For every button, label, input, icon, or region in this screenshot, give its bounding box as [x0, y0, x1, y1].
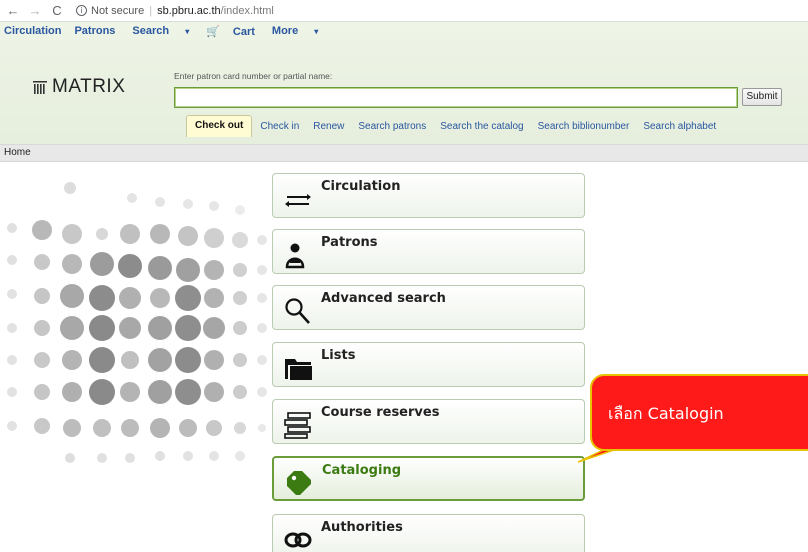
tab-search-catalog[interactable]: Search the catalog	[440, 121, 523, 132]
url-host: sb.pbru.ac.th	[157, 4, 221, 17]
forward-arrow-icon[interactable]: →	[26, 3, 44, 18]
breadcrumb-home[interactable]: Home	[4, 147, 31, 158]
chevron-down-icon: ▾	[314, 27, 319, 36]
security-status: Not secure	[91, 4, 145, 17]
search-tabs: Check out Check in Renew Search patrons …	[186, 115, 730, 137]
decorative-dot-pattern	[7, 182, 267, 463]
nav-search-label: Search	[132, 25, 170, 37]
chain-link-icon	[284, 532, 312, 548]
menu-circulation-label: Circulation	[321, 179, 401, 194]
back-arrow-icon[interactable]: ←	[4, 3, 22, 18]
nav-more[interactable]: More ▾	[268, 25, 318, 37]
reload-icon[interactable]: C	[48, 3, 66, 18]
annotation-callout: เลือก Catalogin	[590, 374, 808, 451]
top-navigation: Circulation Patrons Search ▾ 🛒 Cart More …	[0, 22, 808, 40]
nav-more-label: More	[271, 25, 299, 37]
folder-icon	[285, 359, 312, 380]
tag-icon	[287, 471, 311, 495]
patron-person-icon	[285, 243, 305, 269]
info-icon[interactable]: i	[76, 5, 87, 16]
tab-check-in[interactable]: Check in	[260, 121, 299, 132]
browser-address-bar: ← → C i Not secure | sb.pbru.ac.th/index…	[0, 0, 808, 22]
nav-cart-label: Cart	[232, 25, 255, 38]
menu-authorities-button[interactable]: Authorities	[272, 514, 585, 552]
url-field[interactable]: i Not secure | sb.pbru.ac.th/index.html	[76, 5, 274, 17]
url-divider: |	[149, 4, 153, 17]
patron-search-input[interactable]	[174, 87, 738, 108]
menu-lists-label: Lists	[321, 348, 356, 363]
dot-grid	[7, 182, 267, 463]
menu-course-reserves-button[interactable]: Course reserves	[272, 399, 585, 444]
menu-lists-button[interactable]: Lists	[272, 342, 585, 387]
nav-cart[interactable]: 🛒 Cart	[202, 25, 255, 38]
logo[interactable]: MATRIX	[32, 76, 125, 98]
menu-advanced-search-label: Advanced search	[321, 291, 446, 306]
menu-authorities-label: Authorities	[321, 520, 403, 535]
menu-cataloging-label: Cataloging	[322, 463, 402, 478]
tab-check-out[interactable]: Check out	[186, 115, 253, 137]
menu-circulation-button[interactable]: Circulation	[272, 173, 585, 218]
tab-renew[interactable]: Renew	[313, 121, 344, 132]
cart-icon: 🛒	[206, 25, 220, 38]
menu-patrons-label: Patrons	[321, 235, 378, 250]
menu-advanced-search-button[interactable]: Advanced search	[272, 285, 585, 330]
logo-text: MATRIX	[52, 76, 126, 97]
menu-course-reserves-label: Course reserves	[321, 405, 440, 420]
annotation-callout-text: เลือก Catalogin	[608, 404, 724, 423]
menu-cataloging-button[interactable]: Cataloging	[272, 456, 585, 501]
magnifier-icon	[285, 298, 310, 324]
page: { "browser": { "back": "←", "forward": "…	[0, 0, 808, 552]
nav-patrons[interactable]: Patrons	[74, 25, 115, 37]
tab-search-patrons[interactable]: Search patrons	[358, 121, 426, 132]
book-stack-icon	[284, 412, 311, 439]
breadcrumb: Home	[0, 144, 808, 162]
logo-mark-icon	[33, 81, 47, 94]
nav-search[interactable]: Search ▾	[128, 25, 189, 37]
tab-search-biblionumber[interactable]: Search biblionumber	[538, 121, 630, 132]
submit-button[interactable]: Submit	[742, 88, 782, 106]
patron-search-label: Enter patron card number or partial name…	[174, 71, 333, 81]
nav-circulation[interactable]: Circulation	[4, 25, 61, 37]
chevron-down-icon: ▾	[185, 27, 190, 36]
menu-patrons-button[interactable]: Patrons	[272, 229, 585, 274]
url-path: /index.html	[220, 4, 274, 17]
staff-header: Circulation Patrons Search ▾ 🛒 Cart More …	[0, 22, 808, 144]
tab-search-alphabet[interactable]: Search alphabet	[643, 121, 716, 132]
circulation-arrows-icon	[285, 194, 311, 207]
